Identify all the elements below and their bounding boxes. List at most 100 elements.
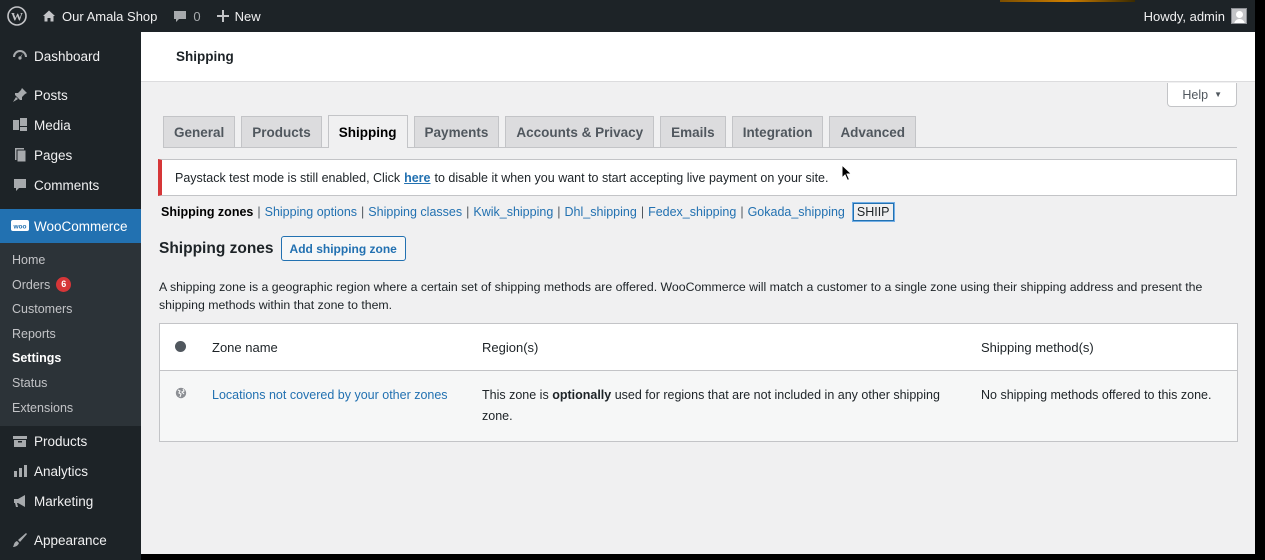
wordpress-logo-icon[interactable]: W bbox=[0, 0, 34, 32]
sidebar-item-label: Comments bbox=[34, 177, 100, 193]
howdy-text: Howdy, admin bbox=[1143, 8, 1225, 24]
notice-link[interactable]: here bbox=[404, 171, 430, 185]
sidebar-item-posts[interactable]: Posts bbox=[0, 80, 141, 110]
submenu-customers[interactable]: Customers bbox=[0, 297, 141, 322]
regions-cell: This zone is optionally used for regions… bbox=[482, 385, 981, 441]
comments-link[interactable]: 0 bbox=[165, 0, 208, 32]
decorative-strip bbox=[1000, 0, 1135, 2]
separator: | bbox=[557, 205, 561, 219]
my-account-link[interactable]: Howdy, admin bbox=[1136, 0, 1255, 32]
sidebar-item-dashboard[interactable]: Dashboard bbox=[0, 41, 141, 71]
submenu-orders-label: Orders bbox=[12, 277, 51, 292]
section-description: A shipping zone is a geographic region w… bbox=[159, 280, 1203, 312]
media-icon bbox=[10, 115, 30, 135]
table-header-row: Zone name Region(s) Shipping method(s) bbox=[160, 324, 1237, 371]
admin-bar: W Our Amala Shop 0 New Howdy, admin bbox=[0, 0, 1255, 32]
site-name-link[interactable]: Our Amala Shop bbox=[34, 0, 165, 32]
submenu-orders[interactable]: Orders 6 bbox=[0, 273, 141, 298]
sidebar-item-marketing[interactable]: Marketing bbox=[0, 486, 141, 516]
woocommerce-submenu: Home Orders 6 Customers Reports Settings… bbox=[0, 243, 141, 427]
sidebar-item-label: Marketing bbox=[34, 493, 94, 509]
tab-products[interactable]: Products bbox=[241, 116, 322, 147]
sidebar-item-pages[interactable]: Pages bbox=[0, 140, 141, 170]
subsection-shiip[interactable]: SHIIP bbox=[852, 203, 894, 221]
page-title: Shipping bbox=[176, 49, 234, 64]
sort-column bbox=[160, 340, 212, 355]
products-icon bbox=[10, 431, 30, 451]
tab-emails[interactable]: Emails bbox=[660, 116, 726, 147]
shipping-subsections: Shipping zones | Shipping options | Ship… bbox=[161, 203, 894, 221]
plus-icon bbox=[216, 10, 229, 22]
subsection-shipping-options[interactable]: Shipping options bbox=[265, 205, 357, 219]
subsection-gokada-shipping[interactable]: Gokada_shipping bbox=[748, 205, 845, 219]
regions-text-after: used for regions that are not included i… bbox=[482, 388, 940, 423]
main-content: Shipping Help ▼ General Products Shippin… bbox=[141, 32, 1255, 554]
analytics-icon bbox=[10, 461, 30, 481]
subsection-kwik-shipping[interactable]: Kwik_shipping bbox=[473, 205, 553, 219]
admin-sidebar: Dashboard Posts Media Pages Comments woo… bbox=[0, 32, 141, 560]
column-header-regions: Region(s) bbox=[482, 339, 539, 355]
page-header: Shipping bbox=[141, 32, 1255, 82]
zone-name-cell: Locations not covered by your other zone… bbox=[212, 385, 482, 441]
regions-text-before: This zone is bbox=[482, 388, 549, 402]
subsection-shipping-zones[interactable]: Shipping zones bbox=[161, 205, 253, 219]
new-label: New bbox=[234, 8, 261, 24]
section-heading: Shipping zones Add shipping zone bbox=[159, 236, 406, 261]
sidebar-item-comments[interactable]: Comments bbox=[0, 170, 141, 200]
subsection-shipping-classes[interactable]: Shipping classes bbox=[368, 205, 462, 219]
regions-text-bold: optionally bbox=[552, 388, 612, 402]
new-content-link[interactable]: New bbox=[209, 0, 269, 32]
error-notice: Paystack test mode is still enabled, Cli… bbox=[158, 159, 1237, 196]
submenu-settings[interactable]: Settings bbox=[0, 346, 141, 371]
methods-cell: No shipping methods offered to this zone… bbox=[981, 388, 1212, 402]
tab-payments[interactable]: Payments bbox=[413, 116, 500, 147]
settings-tabs: General Products Shipping Payments Accou… bbox=[163, 115, 1237, 148]
submenu-status[interactable]: Status bbox=[0, 371, 141, 396]
subsection-dhl-shipping[interactable]: Dhl_shipping bbox=[565, 205, 637, 219]
sidebar-item-media[interactable]: Media bbox=[0, 110, 141, 140]
submenu-extensions[interactable]: Extensions bbox=[0, 396, 141, 421]
separator: | bbox=[740, 205, 744, 219]
sidebar-item-label: Dashboard bbox=[34, 48, 101, 64]
mouse-cursor-icon bbox=[841, 163, 853, 185]
sort-handle-icon bbox=[175, 340, 186, 352]
sidebar-item-appearance[interactable]: Appearance bbox=[0, 525, 141, 555]
submenu-reports[interactable]: Reports bbox=[0, 322, 141, 347]
notice-text-before: Paystack test mode is still enabled, Cli… bbox=[175, 170, 401, 185]
tab-integration[interactable]: Integration bbox=[731, 116, 824, 147]
dashboard-icon bbox=[10, 46, 30, 66]
separator: | bbox=[257, 205, 261, 219]
sidebar-item-label: Media bbox=[34, 117, 71, 133]
comment-icon bbox=[10, 175, 30, 195]
pin-icon bbox=[10, 85, 30, 105]
caret-down-icon: ▼ bbox=[1214, 90, 1222, 99]
tab-advanced[interactable]: Advanced bbox=[829, 116, 916, 147]
column-header-methods: Shipping method(s) bbox=[981, 339, 1094, 355]
separator: | bbox=[640, 205, 645, 219]
help-button[interactable]: Help ▼ bbox=[1167, 83, 1237, 107]
tab-shipping[interactable]: Shipping bbox=[327, 115, 408, 148]
subsection-fedex-shipping[interactable]: Fedex_shipping bbox=[648, 205, 736, 219]
sidebar-item-products[interactable]: Products bbox=[0, 426, 141, 456]
sidebar-item-label: Posts bbox=[34, 87, 68, 103]
comments-count: 0 bbox=[193, 8, 201, 24]
add-shipping-zone-button[interactable]: Add shipping zone bbox=[280, 236, 406, 261]
sidebar-item-label: Products bbox=[34, 433, 88, 449]
zone-name-link[interactable]: Locations not covered by your other zone… bbox=[212, 388, 448, 402]
tab-accounts-privacy[interactable]: Accounts & Privacy bbox=[505, 116, 655, 147]
separator: | bbox=[361, 205, 365, 219]
avatar bbox=[1231, 8, 1247, 24]
column-header-zone-name: Zone name bbox=[212, 339, 278, 355]
pages-icon bbox=[10, 145, 30, 165]
sidebar-item-label: Analytics bbox=[34, 463, 89, 479]
sidebar-item-analytics[interactable]: Analytics bbox=[0, 456, 141, 486]
notice-text-after: to disable it when you want to start acc… bbox=[434, 170, 829, 185]
megaphone-icon bbox=[10, 491, 30, 511]
tab-general[interactable]: General bbox=[163, 116, 236, 147]
sidebar-item-label: Pages bbox=[34, 147, 73, 163]
sidebar-item-label: WooCommerce bbox=[34, 218, 128, 234]
home-icon bbox=[42, 9, 56, 23]
sidebar-item-woocommerce[interactable]: woo WooCommerce bbox=[0, 209, 141, 243]
submenu-home[interactable]: Home bbox=[0, 248, 141, 273]
shipping-zones-table: Zone name Region(s) Shipping method(s) L… bbox=[159, 323, 1238, 442]
